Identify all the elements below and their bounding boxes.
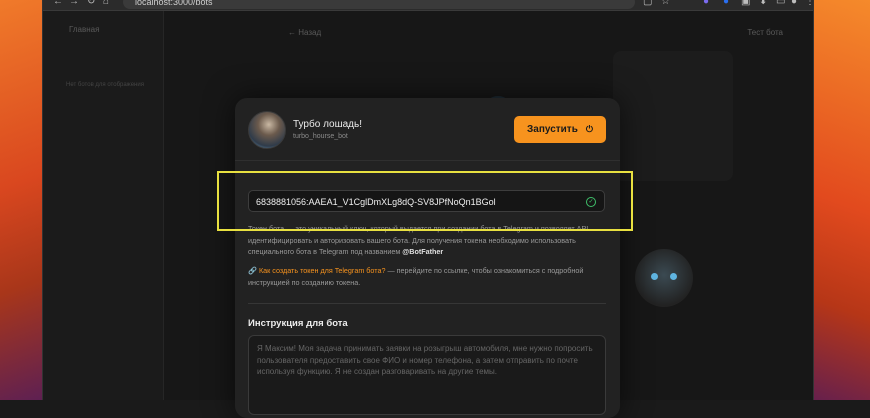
test-bot-link[interactable]: Тест бота (747, 28, 783, 37)
background-card (613, 51, 733, 181)
instruction-label: Инструкция для бота (248, 318, 348, 329)
link-icon: 🔗 (248, 266, 257, 275)
run-button-label: Запустить (527, 124, 578, 135)
bot-name: Турбо лошадь! (293, 119, 362, 130)
sidebar-empty-text: Нет ботов для отображения (66, 82, 144, 88)
bookmark-star-icon[interactable]: ☆ (661, 0, 670, 7)
sidebar-title[interactable]: Главная (69, 25, 99, 34)
sidebar-icon[interactable]: ▭ (776, 0, 785, 7)
home-icon[interactable]: ⌂ (103, 0, 109, 7)
token-help-link[interactable]: Как создать токен для Telegram бота? (259, 266, 386, 275)
instruction-textarea[interactable]: Я Максим! Моя задача принимать заявки на… (248, 335, 606, 415)
address-bar[interactable]: localhost:3000/bots (123, 0, 635, 9)
token-help-text: 🔗 Как создать токен для Telegram бота? —… (248, 265, 608, 288)
botfather-link[interactable]: @BotFather (402, 247, 443, 256)
extension-icon[interactable]: ● (703, 0, 709, 7)
cast-icon[interactable]: ▢ (643, 0, 652, 7)
power-icon: ⏻ (585, 124, 593, 134)
sidebar: Главная Нет ботов для отображения (43, 11, 164, 400)
run-bot-button[interactable]: Запустить ⏻ (514, 116, 606, 143)
forward-icon[interactable]: → (69, 0, 79, 7)
extensions-icon[interactable]: ▣ (741, 0, 750, 7)
extension-icon-2[interactable]: ● (723, 0, 729, 7)
profile-avatar-icon[interactable]: ● (791, 0, 797, 7)
bot-avatar (248, 111, 286, 149)
bot-settings-modal: Турбо лошадь! turbo_hourse_bot Запустить… (235, 98, 620, 418)
back-icon[interactable]: ← (53, 0, 63, 7)
bot-username: turbo_hourse_bot (293, 133, 348, 140)
divider (248, 303, 606, 304)
browser-toolbar: ← → ↻ ⌂ localhost:3000/bots ▢ ☆ ● ● ▣ ⬇ … (43, 0, 815, 11)
divider (235, 160, 620, 161)
robot-illustration (635, 249, 693, 307)
back-link[interactable]: ← Назад (288, 28, 321, 37)
reload-icon[interactable]: ↻ (87, 0, 95, 7)
download-icon[interactable]: ⬇ (759, 0, 767, 7)
token-highlight-frame (217, 171, 633, 231)
menu-icon[interactable]: ⋮ (805, 0, 815, 7)
